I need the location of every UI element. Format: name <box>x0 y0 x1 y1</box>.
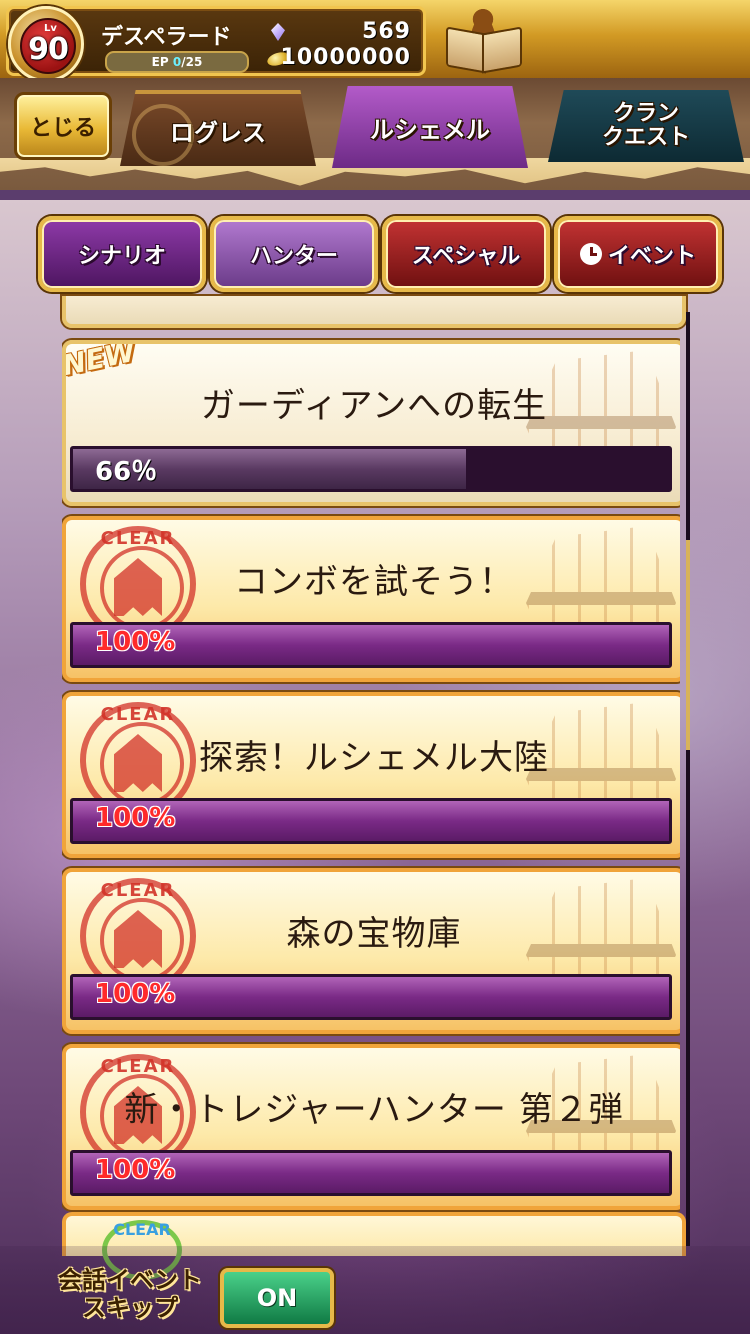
quest-progress-bar: 66％ <box>70 446 672 492</box>
quest-progress-bar: 100% <box>70 798 672 844</box>
tab-clan-quest[interactable]: クラン クエスト <box>548 90 744 162</box>
level-badge-inner: Lv 90 <box>20 18 76 74</box>
tab-lushemel-label: ルシェメル <box>370 115 490 144</box>
clear-stamp-text: CLEAR <box>100 880 176 901</box>
gem-count: 569 <box>362 19 411 44</box>
quest-progress-text: 100% <box>95 979 176 1009</box>
quest-title: 森の宝物庫 <box>286 914 462 954</box>
category-event-label: イベント <box>607 244 696 269</box>
quest-title: 探索！ルシェメル大陸 <box>199 738 549 778</box>
conversation-skip-toggle[interactable]: ON <box>220 1268 334 1328</box>
quest-progress-text: 100% <box>95 1155 176 1185</box>
clear-stamp-text: CLEAR <box>113 1220 171 1239</box>
quest-card[interactable]: CLEAR 探索！ルシェメル大陸 100% <box>62 692 680 858</box>
conversation-skip-label: 会話イベント スキップ <box>50 1266 210 1322</box>
category-hunter-button[interactable]: ハンター <box>210 216 378 292</box>
player-name: デスペラード <box>101 25 232 50</box>
quest-book-button[interactable] <box>444 8 522 74</box>
sun-emblem-icon <box>132 104 194 166</box>
close-button[interactable]: とじる <box>14 92 112 160</box>
ep-max: /25 <box>181 55 203 69</box>
clear-stamp-text: CLEAR <box>100 528 176 549</box>
clear-stamp-text: CLEAR <box>100 704 176 725</box>
tab-clan-quest-label: クラン クエスト <box>602 102 690 150</box>
clear-stamp-text: CLEAR <box>100 1056 176 1077</box>
level-number: 90 <box>28 32 69 67</box>
quest-progress-bar: 100% <box>70 974 672 1020</box>
ep-current: 0 <box>172 55 182 69</box>
tab-clan-line1: クラン <box>612 101 679 126</box>
tab-lushemel[interactable]: ルシェメル <box>332 86 528 168</box>
gem-icon <box>271 23 285 41</box>
quest-progress-bar: 100% <box>70 622 672 668</box>
quest-title: 新・トレジャーハンター 第２弾 <box>124 1090 624 1130</box>
quest-list[interactable]: NEW ガーディアンへの転生 66％ CLEAR コンボを試そう！ 100% C… <box>62 296 680 1246</box>
category-special-button[interactable]: スペシャル <box>382 216 550 292</box>
coin-count: 10000000 <box>280 45 411 70</box>
tab-logres[interactable]: ログレス <box>120 90 316 166</box>
quest-title: コンボを試そう！ <box>234 562 514 602</box>
book-page-left <box>446 26 486 74</box>
tab-clan-line2: クエスト <box>601 125 690 150</box>
skip-label-line1: 会話イベント <box>58 1266 202 1294</box>
ep-label: EP <box>151 55 169 69</box>
quest-progress-text: 100% <box>95 627 176 657</box>
quest-progress-text: 100% <box>95 803 176 833</box>
ep-bar: EP 0/25 <box>105 51 249 73</box>
top-status-bar: デスペラード EP 0/25 569 10000000 Lv 90 <box>0 0 750 82</box>
list-scrollbar[interactable] <box>686 312 690 1246</box>
ep-text: EP 0/25 <box>107 53 247 71</box>
quest-progress-text: 66％ <box>95 457 158 487</box>
list-scrollbar-thumb[interactable] <box>686 540 690 750</box>
category-scenario-button[interactable]: シナリオ <box>38 216 206 292</box>
quest-card[interactable]: CLEAR 新・トレジャーハンター 第２弾 100% <box>62 1044 680 1210</box>
quest-card[interactable]: CLEAR コンボを試そう！ 100% <box>62 516 680 682</box>
quest-progress-bar: 100% <box>70 1150 672 1196</box>
new-badge: NEW <box>62 340 139 383</box>
quest-card[interactable]: CLEAR 森の宝物庫 100% <box>62 868 680 1034</box>
quest-card[interactable]: NEW ガーディアンへの転生 66％ <box>62 340 680 506</box>
category-event-button[interactable]: イベント <box>554 216 722 292</box>
level-badge: Lv 90 <box>8 6 84 82</box>
skip-label-line2: スキップ <box>82 1294 178 1322</box>
book-page-right <box>482 26 522 74</box>
quest-title: ガーディアンへの転生 <box>200 386 548 426</box>
clock-icon <box>579 243 602 265</box>
